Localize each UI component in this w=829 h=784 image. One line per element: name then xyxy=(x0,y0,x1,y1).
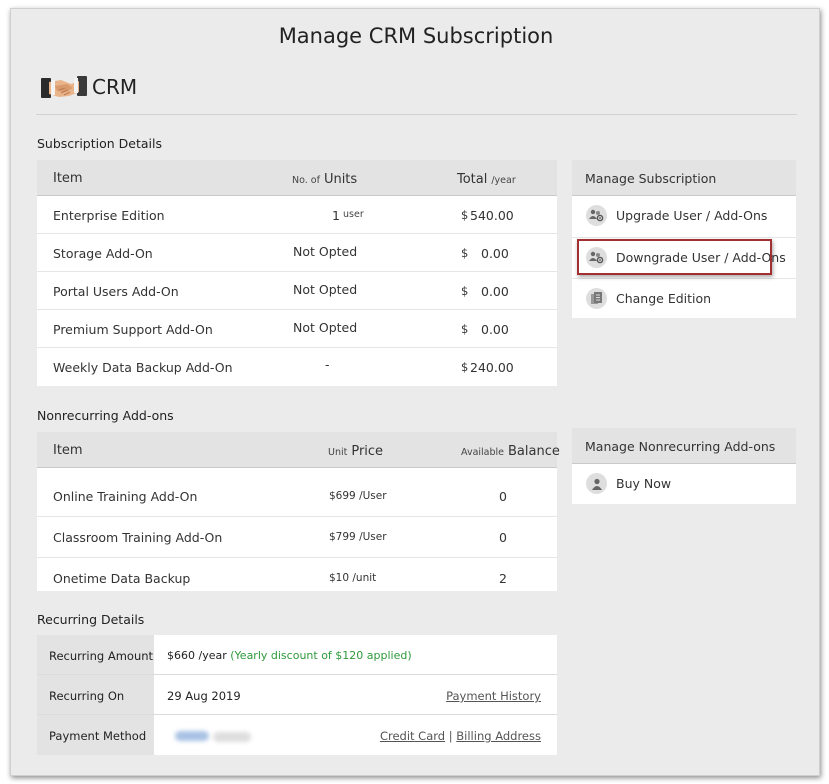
downgrade-users-addons-label: Downgrade User / Add-Ons xyxy=(616,250,786,265)
upgrade-users-addons-link[interactable]: Upgrade User / Add-Ons xyxy=(572,196,796,237)
buy-now-label: Buy Now xyxy=(616,476,672,491)
col-price-prefix: Unit xyxy=(328,447,348,458)
manage-nonrecurring-title: Manage Nonrecurring Add-ons xyxy=(585,439,776,454)
row-total: 0.00 xyxy=(481,246,509,261)
upgrade-users-addons-label: Upgrade User / Add-Ons xyxy=(616,208,768,223)
row-currency: $ xyxy=(461,322,469,336)
users-gear-icon xyxy=(586,247,607,268)
masked-card-number xyxy=(175,731,209,741)
recurring-on-value: 29 Aug 2019 xyxy=(167,689,241,703)
row-units: Not Opted xyxy=(293,320,358,335)
row-currency: $ xyxy=(461,246,469,260)
col-balance-prefix: Available xyxy=(461,447,505,458)
col-total-suffix: /year xyxy=(491,175,516,186)
row-balance: 0 xyxy=(499,530,507,545)
subscription-window: Manage CRM Subscription CRM Subscription… xyxy=(10,8,820,776)
col-total-label: Total xyxy=(457,172,488,187)
user-icon xyxy=(586,473,607,494)
change-edition-link[interactable]: Change Edition xyxy=(572,279,796,320)
row-currency: $ xyxy=(461,284,469,298)
row-unit-suffix: user xyxy=(343,209,364,220)
row-price: $699 /User xyxy=(329,490,387,502)
row-total: 240.00 xyxy=(470,360,514,375)
row-balance: 0 xyxy=(499,489,507,504)
nonrecurring-heading: Nonrecurring Add-ons xyxy=(37,408,174,423)
col-total: Total /year xyxy=(457,171,516,187)
users-gear-icon xyxy=(586,205,607,226)
row-price-value: $799 xyxy=(329,531,356,543)
recurring-heading: Recurring Details xyxy=(37,612,145,627)
row-units: - xyxy=(325,357,330,372)
nonrecurring-table-header: Item Unit Price Available Balance xyxy=(37,432,560,468)
row-item: Enterprise Edition xyxy=(53,208,165,223)
row-item: Onetime Data Backup xyxy=(53,571,191,586)
row-total: 0.00 xyxy=(481,284,509,299)
col-item: Item xyxy=(53,171,83,186)
row-item: Classroom Training Add-On xyxy=(53,530,223,545)
row-price-value: $10 xyxy=(329,572,350,584)
row-balance: 2 xyxy=(499,571,507,586)
discount-note: (Yearly discount of $120 applied) xyxy=(230,649,412,662)
subscription-details-heading: Subscription Details xyxy=(37,136,162,151)
downgrade-users-addons-link[interactable]: Downgrade User / Add-Ons xyxy=(572,238,796,279)
col-unit-price: Unit Price xyxy=(328,443,383,459)
row-item: Online Training Add-On xyxy=(53,489,198,504)
row-item: Portal Users Add-On xyxy=(53,284,179,299)
payment-method-links: Credit Card | Billing Address xyxy=(380,729,541,743)
col-price-label: Price xyxy=(351,444,384,459)
manage-subscription-header: Manage Subscription xyxy=(572,160,796,196)
credit-card-link[interactable]: Credit Card xyxy=(380,729,445,743)
manage-nonrecurring-panel: Manage Nonrecurring Add-ons Buy Now xyxy=(572,428,796,504)
divider xyxy=(36,114,797,115)
row-price-unit: /User xyxy=(359,531,387,543)
row-price-value: $699 xyxy=(329,490,356,502)
row-price-unit: /User xyxy=(359,490,387,502)
row-price: $799 /User xyxy=(329,531,387,543)
col-units: No. of Units xyxy=(292,171,357,187)
buy-now-link[interactable]: Buy Now xyxy=(572,464,796,505)
col-item: Item xyxy=(53,443,83,458)
row-currency: $ xyxy=(461,208,469,222)
row-price: $10 /unit xyxy=(329,572,376,584)
manage-subscription-title: Manage Subscription xyxy=(585,171,717,186)
recurring-amount-unit: /year xyxy=(198,649,227,662)
payment-method-label: Payment Method xyxy=(49,729,147,743)
documents-icon xyxy=(586,288,607,309)
col-units-prefix: No. of xyxy=(292,175,320,186)
billing-address-link[interactable]: Billing Address xyxy=(456,729,541,743)
row-item: Weekly Data Backup Add-On xyxy=(53,360,233,375)
nonrecurring-table: Item Unit Price Available Balance Online… xyxy=(37,432,560,591)
row-price-unit: /unit xyxy=(352,572,377,584)
manage-nonrecurring-header: Manage Nonrecurring Add-ons xyxy=(572,428,796,464)
row-units: Not Opted xyxy=(293,244,358,259)
recurring-on-label: Recurring On xyxy=(49,689,125,703)
link-separator: | xyxy=(448,729,453,743)
manage-subscription-panel: Manage Subscription Upgrade User / Add-O… xyxy=(572,160,796,318)
app-name: CRM xyxy=(92,75,138,99)
row-total: 540.00 xyxy=(470,208,514,223)
subscription-table: Item No. of Units Total /year Enterprise… xyxy=(37,160,557,386)
col-balance-label: Balance xyxy=(508,444,560,459)
col-balance: Available Balance xyxy=(461,443,560,459)
recurring-table: Recurring Amount $660 /year (Yearly disc… xyxy=(37,635,557,755)
row-units: Not Opted xyxy=(293,282,358,297)
subscription-table-header: Item No. of Units Total /year xyxy=(37,160,557,196)
row-units: 1 xyxy=(332,208,340,223)
recurring-amount-value: $660 xyxy=(167,649,195,662)
recurring-amount: $660 /year (Yearly discount of $120 appl… xyxy=(167,649,412,662)
handshake-icon xyxy=(41,76,87,98)
masked-card-digits xyxy=(213,732,251,742)
payment-history-link[interactable]: Payment History xyxy=(446,689,541,703)
row-item: Storage Add-On xyxy=(53,246,153,261)
row-currency: $ xyxy=(461,360,469,374)
recurring-amount-label: Recurring Amount xyxy=(49,649,154,663)
row-item: Premium Support Add-On xyxy=(53,322,213,337)
change-edition-label: Change Edition xyxy=(616,291,712,306)
page-title: Manage CRM Subscription xyxy=(278,24,554,48)
row-total: 0.00 xyxy=(481,322,509,337)
col-units-label: Units xyxy=(323,172,358,187)
